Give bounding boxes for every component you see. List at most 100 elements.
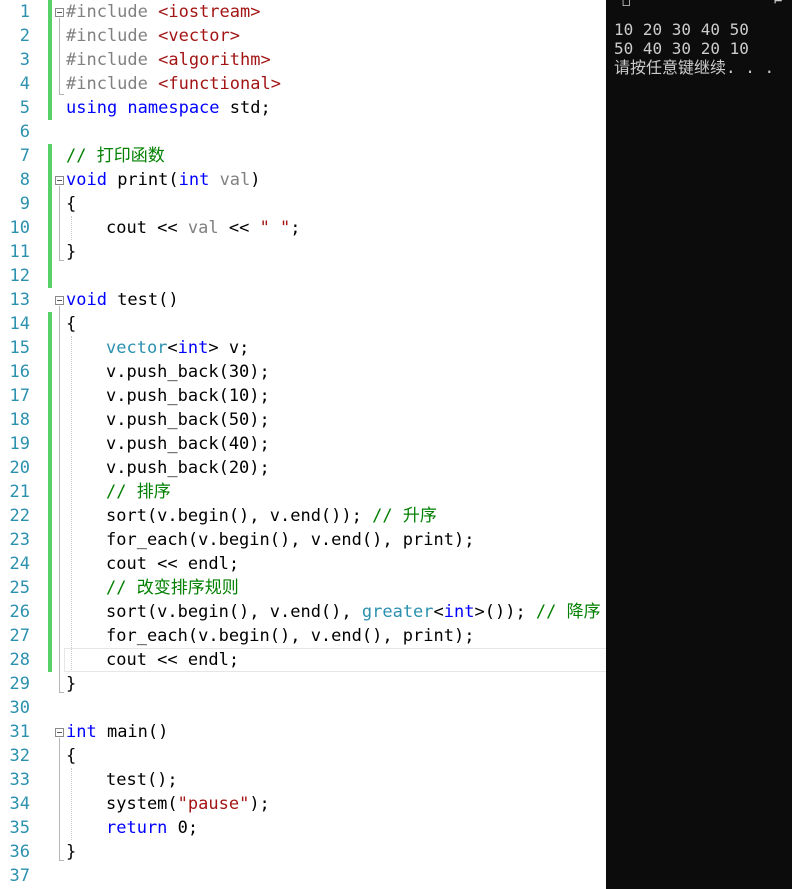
line-number: 35 [9,818,30,838]
change-indicator-bar [48,0,52,120]
code-line[interactable]: cout << val << " "; [106,216,301,240]
code-line[interactable]: { [66,312,76,336]
keyword: int [443,602,475,622]
code-line[interactable]: v.push_back(50); [106,408,270,432]
console-output-line: 10 20 30 40 50 [614,20,749,39]
console-titlebar-remnant: ◻ ⌐ [606,0,792,10]
collapse-test-icon[interactable] [55,296,64,305]
code-text: { [66,746,77,766]
code-text: sort(v.begin(), v.end(), [106,602,362,622]
code-line[interactable]: cout << endl; [106,648,239,672]
code-line[interactable]: { [66,192,76,216]
fold-guide-end [59,692,64,693]
code-line[interactable]: } [66,240,76,264]
line-number: 15 [9,338,30,358]
code-text: std; [219,98,271,118]
keyword: void [66,170,107,190]
code-line[interactable]: v.push_back(20); [106,456,270,480]
line-number: 11 [9,242,30,262]
line-number: 12 [9,266,30,286]
code-line[interactable]: test(); [106,768,178,792]
window-control-icon[interactable]: ⌐ [774,0,782,10]
indent-guide [71,768,72,840]
line-number: 1 [19,2,30,22]
code-text: v.push_back(10); [106,386,270,406]
line-number: 24 [9,554,30,574]
console-window[interactable]: ◻ ⌐ 10 20 30 40 50 50 40 30 20 10 请按任意键继… [606,0,792,889]
preprocessor-directive: #include [66,74,159,94]
code-line[interactable]: using namespace std; [66,96,271,120]
keyword: return [106,818,168,838]
code-text: ) [250,170,261,190]
fold-guide [59,738,60,860]
code-text: } [66,674,77,694]
console-output-line: 50 40 30 20 10 [614,39,749,58]
code-line[interactable]: } [66,672,76,696]
line-number: 20 [9,458,30,478]
code-text: sort(v.begin(), v.end()); [106,506,373,526]
code-line[interactable]: for_each(v.begin(), v.end(), print); [106,624,474,648]
parameter-name: val [209,170,251,190]
line-number: 19 [9,434,30,454]
line-number: 8 [19,170,30,190]
code-line[interactable]: cout << endl; [106,552,239,576]
type-name: vector [106,338,168,358]
code-line[interactable]: } [66,840,76,864]
code-line[interactable]: #include <functional> [66,72,281,96]
line-number: 13 [9,290,30,310]
line-number: 3 [19,50,30,70]
preprocessor-directive: #include [66,26,159,46]
line-number: 23 [9,530,30,550]
code-line[interactable]: system("pause"); [106,792,270,816]
code-line[interactable]: return 0; [106,816,198,840]
preprocessor-directive: #include [66,2,159,22]
keyword: void [66,290,107,310]
code-line[interactable]: v.push_back(30); [106,360,270,384]
code-line[interactable]: #include <algorithm> [66,48,271,72]
line-number: 34 [9,794,30,814]
comment: // 排序 [106,482,171,502]
fold-guide [59,18,60,94]
code-line[interactable]: // 打印函数 [66,144,165,168]
console-output-line: 请按任意键继续. . . [614,58,775,77]
code-line[interactable]: v.push_back(10); [106,384,270,408]
keyword: int [177,338,209,358]
code-text: system( [106,794,178,814]
line-number: 29 [9,674,30,694]
collapse-print-icon[interactable] [55,176,64,185]
code-line[interactable]: // 改变排序规则 [106,576,239,600]
line-number: 31 [9,722,30,742]
line-number: 16 [9,362,30,382]
comment: // 改变排序规则 [106,578,239,598]
change-indicator-bar [48,312,52,672]
collapse-includes-icon[interactable] [55,8,64,17]
indent-guide [71,216,72,240]
line-number: 6 [19,122,30,142]
fold-guide [59,186,60,260]
code-editor[interactable]: 1 2 3 4 5 6 7 8 9 10 11 12 13 14 15 16 17 18 19 20 21 22 23 24 2… [0,0,606,889]
code-line[interactable]: void test() [66,288,179,312]
line-number: 21 [9,482,30,502]
code-text: < [167,338,178,358]
code-text: } [66,842,77,862]
code-line[interactable]: sort(v.begin(), v.end(), greater<int>())… [106,600,601,624]
line-number: 7 [19,146,30,166]
code-line[interactable]: for_each(v.begin(), v.end(), print); [106,528,474,552]
code-line[interactable]: v.push_back(40); [106,432,270,456]
code-line[interactable]: #include <iostream> [66,0,260,24]
code-line[interactable]: // 排序 [106,480,171,504]
line-number: 22 [9,506,30,526]
code-line[interactable]: int main() [66,720,168,744]
code-line[interactable]: vector<int> v; [106,336,249,360]
code-line[interactable]: { [66,744,76,768]
code-text: > v; [208,338,250,358]
code-text: >()); [474,602,536,622]
code-text: test(); [106,770,178,790]
code-line[interactable]: #include <vector> [66,24,240,48]
collapse-main-icon[interactable] [55,728,64,737]
code-line[interactable]: sort(v.begin(), v.end()); // 升序 [106,504,437,528]
line-number: 2 [19,26,30,46]
code-text: 0; [167,818,199,838]
header-name: <functional> [158,74,281,94]
code-line[interactable]: void print(int val) [66,168,261,192]
